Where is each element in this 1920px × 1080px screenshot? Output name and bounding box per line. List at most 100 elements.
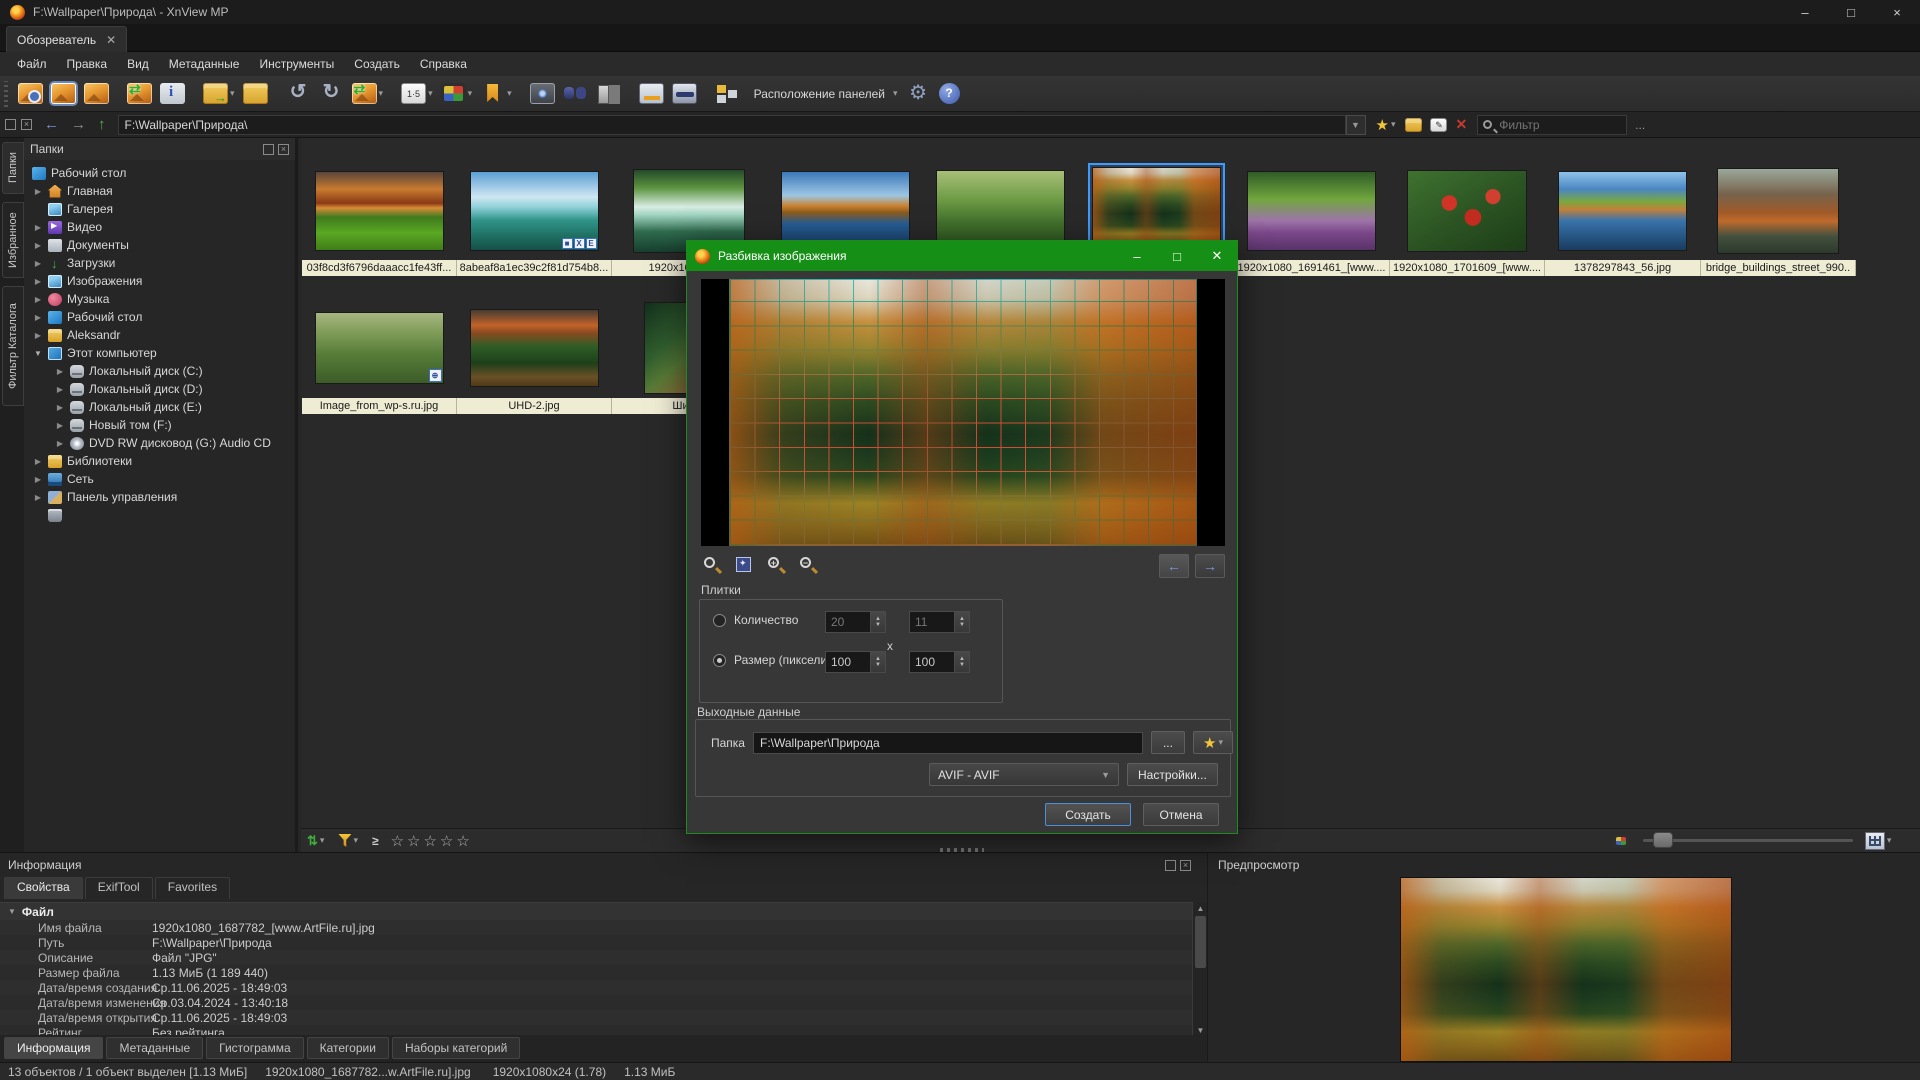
search-button[interactable] (560, 79, 591, 109)
count-width-input[interactable] (825, 611, 871, 633)
thumbnail-8[interactable] (1390, 163, 1544, 259)
rotate-left-button[interactable]: ↺ (283, 79, 314, 109)
thumbnail-size-slider[interactable] (1643, 839, 1853, 842)
tree-item-disk-f[interactable]: ▶Новый том (F:) (55, 416, 172, 434)
tree-item-desktop-root[interactable]: Рабочий стол (32, 164, 126, 182)
expand-icon[interactable]: ▶ (33, 493, 43, 502)
zoom-small-icon[interactable] (1613, 834, 1629, 848)
scrollbar-thumb[interactable] (1195, 916, 1206, 968)
chevron-down-icon[interactable]: ▾ (1887, 835, 1892, 846)
panels-toggle-button[interactable] (712, 79, 743, 109)
tree-item-libraries[interactable]: ▶Библиотеки (33, 452, 132, 470)
expand-icon[interactable]: ▶ (55, 403, 65, 412)
menu-create[interactable]: Создать (345, 54, 409, 74)
tab-category-sets[interactable]: Наборы категорий (392, 1037, 520, 1059)
thumbnail-10[interactable] (1701, 163, 1855, 259)
tree-item-desktop[interactable]: ▶Рабочий стол (33, 308, 142, 326)
format-settings-button[interactable]: Настройки... (1127, 763, 1218, 786)
expand-icon[interactable]: ▶ (33, 295, 43, 304)
label-button[interactable]: ▾ (477, 79, 515, 109)
close-panel-icon[interactable]: × (1180, 860, 1191, 871)
expand-icon[interactable]: ▶ (55, 421, 65, 430)
tree-item-user-folder[interactable]: ▶Aleksandr (33, 326, 120, 344)
float-panel-icon[interactable] (5, 119, 16, 130)
count-radio[interactable] (713, 614, 726, 627)
tab-information[interactable]: Информация (4, 1037, 103, 1059)
close-button[interactable]: × (1874, 0, 1920, 24)
tree-item-downloads[interactable]: ▶Загрузки (33, 254, 115, 272)
print-button[interactable] (636, 79, 667, 109)
tree-item-this-pc[interactable]: ▼Этот компьютер (33, 344, 157, 362)
format-dropdown[interactable]: AVIF - AVIF▼ (929, 763, 1119, 786)
menu-file[interactable]: Файл (8, 54, 56, 74)
file-label[interactable]: 1920x1080_1691461_[www.... (1234, 260, 1390, 276)
filter-funnel-icon[interactable] (338, 834, 351, 847)
section-file[interactable]: ▼Файл (0, 903, 1192, 920)
zoom-out-button[interactable]: − (797, 555, 821, 577)
thumbnail-12[interactable] (457, 300, 611, 396)
collapse-icon[interactable]: ▼ (33, 349, 43, 358)
count-height-input[interactable] (909, 611, 955, 633)
minimize-button[interactable]: – (1782, 0, 1828, 24)
expand-icon[interactable]: ▶ (33, 241, 43, 250)
tab-favorites[interactable]: Favorites (155, 877, 230, 899)
browser-button[interactable] (15, 79, 46, 109)
clear-filter-icon[interactable]: ✕ (1455, 116, 1467, 133)
previous-image-button[interactable]: ← (1159, 554, 1189, 578)
capture-button[interactable] (527, 79, 558, 109)
fit-to-window-button[interactable] (733, 555, 757, 577)
sidebar-tab-folders[interactable]: Папки (2, 142, 24, 194)
path-input[interactable] (118, 115, 1346, 135)
filter-more-button[interactable]: ... (1635, 118, 1645, 132)
batch-convert-button[interactable]: ▾ (349, 79, 387, 109)
float-panel-icon[interactable] (1165, 860, 1176, 871)
viewer-button[interactable] (81, 79, 112, 109)
path-dropdown-button[interactable]: ▼ (1346, 115, 1366, 135)
scan-button[interactable] (669, 79, 700, 109)
view-grid-button[interactable] (1865, 832, 1885, 850)
expand-icon[interactable]: ▶ (33, 331, 43, 340)
menu-view[interactable]: Вид (118, 54, 158, 74)
file-label[interactable]: 8abeaf8a1ec39c2f81d754b8... (457, 260, 612, 276)
tree-item-pictures[interactable]: ▶Изображения (33, 272, 142, 290)
move-to-folder-button[interactable] (240, 79, 271, 109)
convert-button[interactable] (124, 79, 155, 109)
expand-icon[interactable]: ▶ (33, 259, 43, 268)
expand-icon[interactable]: ▶ (33, 475, 43, 484)
tree-item-disk-c[interactable]: ▶Локальный диск (C:) (55, 362, 203, 380)
sidebar-tab-favorites[interactable]: Избранное (2, 202, 24, 278)
zoom-in-button[interactable]: + (765, 555, 789, 577)
slider-handle[interactable] (1653, 832, 1673, 848)
thumbnail-1[interactable] (302, 163, 456, 259)
rotate-right-button[interactable]: ↻ (316, 79, 347, 109)
tab-exiftool[interactable]: ExifTool (85, 877, 153, 899)
chevron-down-icon[interactable]: ▾ (320, 835, 325, 846)
settings-button[interactable]: ⚙ (903, 79, 934, 109)
scroll-up-icon[interactable]: ▲ (1193, 902, 1208, 915)
favorite-star-button[interactable]: ★ (1376, 116, 1389, 134)
tree-item-gallery[interactable]: Галерея (33, 200, 113, 218)
rating-stars[interactable]: ☆☆☆☆☆ (391, 832, 473, 850)
chevron-down-icon[interactable]: ▾ (1391, 119, 1396, 130)
tree-item-documents[interactable]: ▶Документы (33, 236, 129, 254)
cancel-button[interactable]: Отмена (1143, 803, 1219, 826)
menu-metadata[interactable]: Метаданные (160, 54, 249, 74)
file-label[interactable]: Image_from_wp-s.ru.jpg (302, 398, 457, 414)
filter-input[interactable] (1497, 117, 1607, 133)
dialog-maximize-button[interactable]: □ (1157, 241, 1197, 271)
spinner-arrows-icon[interactable]: ▲▼ (871, 611, 886, 633)
tree-item-video[interactable]: ▶Видео (33, 218, 102, 236)
expand-icon[interactable]: ▶ (33, 457, 43, 466)
file-label[interactable]: 03f8cd3f6796daaacc1fe43ff... (302, 260, 457, 276)
browse-folder-button[interactable]: ... (1151, 731, 1185, 754)
fullscreen-button[interactable] (48, 79, 79, 109)
chevron-down-icon[interactable]: ▾ (353, 835, 358, 846)
sidebar-tab-catalog-filter[interactable]: Фильтр Каталога (2, 286, 24, 406)
back-button[interactable]: ← (44, 116, 59, 133)
next-image-button[interactable]: → (1195, 554, 1225, 578)
forward-button[interactable]: → (71, 116, 86, 133)
properties-scrollbar[interactable]: ▲ ▼ (1192, 902, 1207, 1037)
size-radio[interactable] (713, 654, 726, 667)
expand-icon[interactable]: ▶ (33, 313, 43, 322)
file-label[interactable]: 1378297843_56.jpg (1545, 260, 1701, 276)
